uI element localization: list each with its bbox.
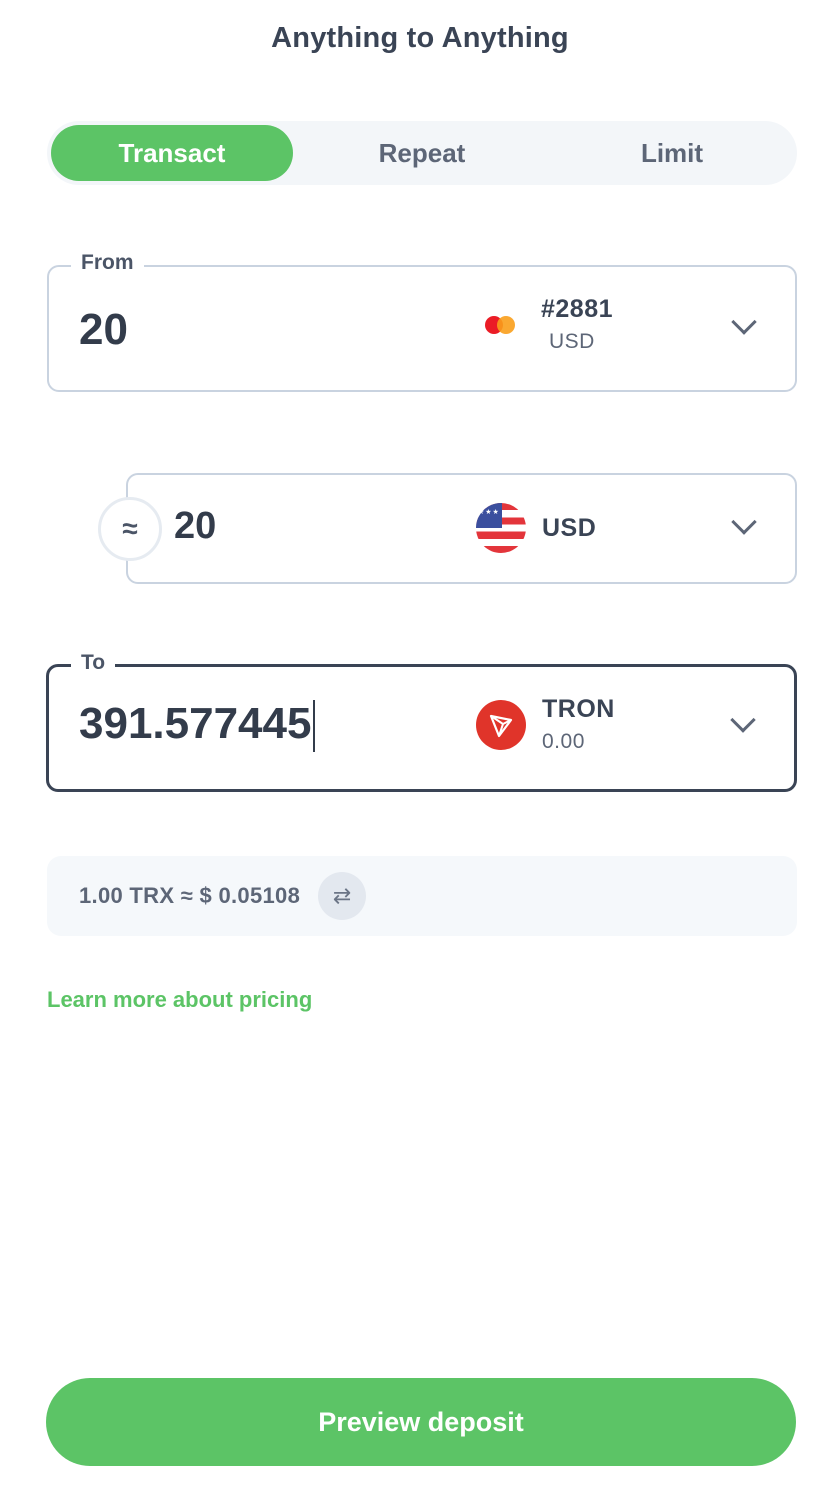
mode-tabs: Transact Repeat Limit <box>47 121 797 185</box>
page: Anything to Anything Transact Repeat Lim… <box>0 0 840 1500</box>
tron-icon <box>476 699 526 750</box>
learn-more-pricing-link[interactable]: Learn more about pricing <box>47 987 312 1013</box>
mastercard-icon <box>485 315 517 335</box>
tab-transact[interactable]: Transact <box>51 125 293 181</box>
to-amount-value: 391.577445 <box>79 699 312 748</box>
swap-arrows-icon[interactable]: ⇄ <box>318 872 367 920</box>
to-legend: To <box>71 651 116 675</box>
from-legend: From <box>71 251 144 275</box>
to-asset-name: TRON <box>542 695 615 723</box>
intermediate-amount-input[interactable]: 20 <box>174 505 216 548</box>
page-title: Anything to Anything <box>271 22 569 54</box>
to-field[interactable]: To 391.577445 TRON 0.00 <box>46 651 797 792</box>
intermediate-asset-name: USD <box>542 513 597 542</box>
approx-equal-icon[interactable]: ≈ <box>98 497 162 561</box>
preview-deposit-button[interactable]: Preview deposit <box>46 1378 796 1466</box>
intermediate-field[interactable]: 20 USD <box>126 473 797 584</box>
exchange-rate-bar: 1.00 TRX ≈ $ 0.05108 ⇄ <box>47 856 797 936</box>
from-asset-selector[interactable]: #2881 USD <box>485 295 613 354</box>
tab-limit[interactable]: Limit <box>551 125 793 181</box>
chevron-down-icon[interactable] <box>731 309 757 335</box>
to-amount-input[interactable]: 391.577445 <box>79 699 316 753</box>
exchange-rate-text: 1.00 TRX ≈ $ 0.05108 <box>79 883 301 908</box>
to-asset-selector[interactable]: TRON 0.00 <box>476 695 615 754</box>
chevron-down-icon[interactable] <box>731 509 757 535</box>
from-field[interactable]: From 20 #2881 USD <box>47 251 797 392</box>
text-caret <box>313 700 316 753</box>
tab-repeat[interactable]: Repeat <box>301 125 543 181</box>
to-asset-balance: 0.00 <box>542 730 585 753</box>
intermediate-asset-selector[interactable]: USD <box>476 503 596 553</box>
us-flag-icon <box>476 503 526 553</box>
from-asset-currency: USD <box>549 330 595 353</box>
chevron-down-icon[interactable] <box>730 707 756 733</box>
from-asset-name: #2881 <box>541 295 614 323</box>
from-amount-input[interactable]: 20 <box>79 305 128 355</box>
